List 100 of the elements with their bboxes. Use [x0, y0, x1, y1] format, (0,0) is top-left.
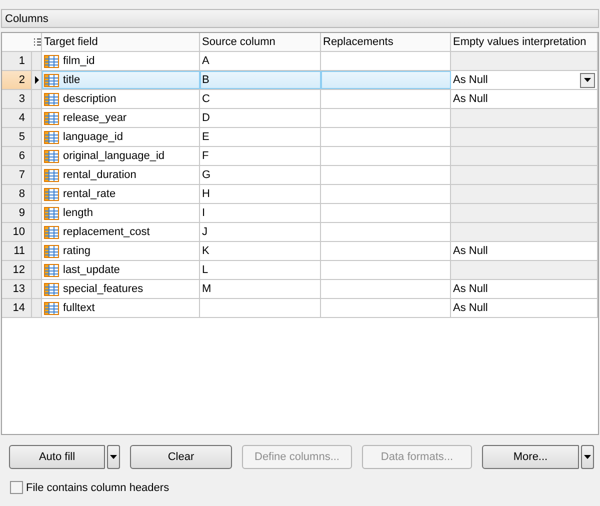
table-cell[interactable]: G — [200, 166, 321, 184]
table-cell[interactable] — [451, 109, 598, 127]
table-cell[interactable]: special_features — [42, 280, 200, 298]
field-name: original_language_id — [63, 150, 165, 162]
table-cell[interactable] — [451, 204, 598, 222]
table-cell[interactable]: length — [42, 204, 200, 222]
table-icon — [44, 54, 59, 68]
table-cell[interactable] — [451, 147, 598, 165]
caret-icon — [584, 455, 591, 459]
table-icon — [44, 130, 59, 144]
table-icon — [44, 188, 59, 200]
checkbox-label: File contains column headers — [26, 482, 170, 494]
table-cell[interactable]: description — [42, 90, 200, 108]
table-cell[interactable]: title — [42, 71, 200, 89]
action-button[interactable]: Clear — [130, 445, 232, 469]
section-title: Columns — [5, 12, 48, 24]
table-cell[interactable]: L — [200, 261, 321, 279]
row-number: 6 — [2, 147, 32, 165]
action-button[interactable]: Auto fill — [9, 445, 105, 469]
table-icon — [44, 244, 59, 258]
row-number: 5 — [2, 128, 32, 146]
table-cell[interactable]: K — [200, 242, 321, 260]
table-icon — [44, 74, 59, 86]
table-cell[interactable]: F — [200, 147, 321, 165]
table-cell[interactable]: As Null — [451, 90, 598, 108]
table-cell[interactable]: rating — [42, 242, 200, 260]
columns-menu-icon[interactable] — [34, 38, 41, 46]
table-cell[interactable]: language_id — [42, 128, 200, 146]
row-number: 2 — [2, 71, 32, 89]
table-cell[interactable] — [451, 166, 598, 184]
table-icon — [44, 150, 59, 162]
dropdown-button[interactable] — [581, 445, 594, 469]
row-number: 11 — [2, 242, 32, 260]
table-cell[interactable]: H — [200, 185, 321, 203]
field-name: description — [63, 93, 116, 105]
dropdown-button[interactable] — [580, 72, 595, 88]
table-cell[interactable] — [451, 261, 598, 279]
row-number: 13 — [2, 280, 32, 298]
table-cell[interactable]: As Null — [451, 71, 598, 89]
table-cell[interactable]: rental_rate — [42, 185, 200, 203]
table-cell[interactable]: release_year — [42, 109, 200, 127]
field-name: release_year — [63, 112, 127, 124]
field-name: rental_rate — [63, 188, 116, 200]
dropdown-button[interactable] — [107, 445, 120, 469]
row-number: 4 — [2, 109, 32, 127]
caret-icon — [584, 78, 591, 82]
table-cell[interactable]: C — [200, 90, 321, 108]
field-name: special_features — [63, 283, 144, 295]
field-name: fulltext — [63, 302, 95, 314]
row-number: 1 — [2, 52, 32, 70]
current-row-icon — [34, 76, 38, 84]
table-cell[interactable]: A — [200, 52, 321, 70]
table-cell[interactable]: film_id — [42, 52, 200, 70]
checkbox[interactable] — [10, 481, 23, 494]
table-cell[interactable]: rental_duration — [42, 166, 200, 184]
field-name: last_update — [63, 264, 120, 276]
column-header[interactable]: Empty values interpretation — [451, 33, 598, 51]
table-icon — [44, 226, 59, 238]
combo-value: As Null — [453, 74, 488, 86]
table-icon — [44, 282, 59, 296]
table-icon — [44, 168, 59, 182]
table-cell[interactable]: M — [200, 280, 321, 298]
table-cell[interactable]: last_update — [42, 261, 200, 279]
row-number: 3 — [2, 90, 32, 108]
table-cell[interactable] — [451, 185, 598, 203]
row-number: 9 — [2, 204, 32, 222]
action-button[interactable]: More... — [482, 445, 579, 469]
table-cell[interactable]: D — [200, 109, 321, 127]
table-cell[interactable]: replacement_cost — [42, 223, 200, 241]
table-cell[interactable] — [321, 71, 451, 89]
table-cell[interactable] — [451, 52, 598, 70]
row-number: 10 — [2, 223, 32, 241]
field-name: language_id — [63, 131, 123, 143]
row-number: 8 — [2, 185, 32, 203]
table-cell[interactable]: fulltext — [42, 299, 200, 317]
table-cell[interactable]: As Null — [451, 299, 598, 317]
table-cell[interactable]: B — [200, 71, 321, 89]
table-icon — [44, 206, 59, 220]
table-icon — [44, 112, 59, 124]
field-name: replacement_cost — [63, 226, 150, 238]
field-name: title — [63, 74, 80, 86]
table-cell[interactable] — [451, 128, 598, 146]
table-cell[interactable]: As Null — [451, 280, 598, 298]
table-icon — [44, 264, 59, 276]
table-cell[interactable]: J — [200, 223, 321, 241]
column-header[interactable]: Replacements — [321, 33, 451, 51]
field-name: rating — [63, 245, 91, 257]
table-icon — [44, 302, 59, 314]
column-header[interactable]: Target field — [42, 33, 200, 51]
table-cell[interactable]: I — [200, 204, 321, 222]
table-cell[interactable]: E — [200, 128, 321, 146]
table-cell[interactable]: As Null — [451, 242, 598, 260]
caret-icon — [110, 455, 117, 459]
field-name: rental_duration — [63, 169, 136, 181]
table-cell[interactable]: original_language_id — [42, 147, 200, 165]
row-number: 14 — [2, 299, 32, 317]
column-header[interactable]: Source column — [200, 33, 321, 51]
field-name: length — [63, 207, 93, 219]
table-cell[interactable] — [451, 223, 598, 241]
row-number: 12 — [2, 261, 32, 279]
